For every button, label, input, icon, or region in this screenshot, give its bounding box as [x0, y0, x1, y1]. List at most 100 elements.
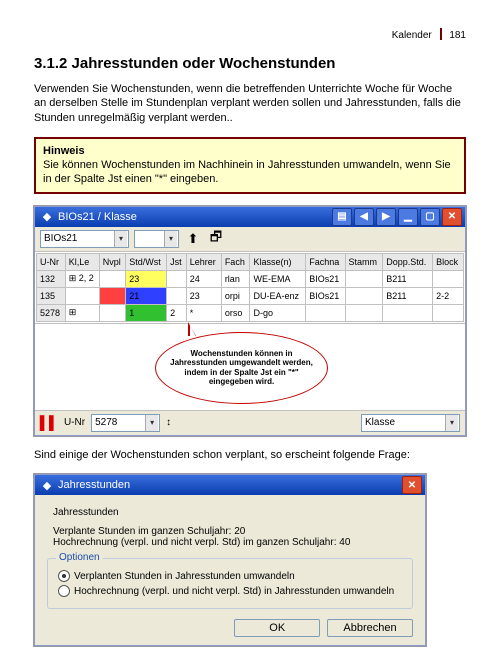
column-header[interactable]: Std/Wst	[126, 253, 167, 270]
table-cell[interactable]: 132	[37, 270, 66, 287]
table-cell[interactable]: BIOs21	[306, 270, 345, 287]
table-cell[interactable]: ⊞ 2, 2	[65, 270, 99, 287]
card-button[interactable]: ▤	[332, 208, 352, 226]
table-cell[interactable]	[99, 287, 126, 304]
hint-text: Sie können Wochenstunden im Nachhinein i…	[43, 159, 451, 185]
table-cell[interactable]: WE-EMA	[250, 270, 306, 287]
table-cell[interactable]: 24	[186, 270, 221, 287]
table-cell[interactable]: B211	[383, 270, 433, 287]
table-cell[interactable]	[345, 304, 383, 321]
radio-icon[interactable]	[58, 570, 70, 582]
table-cell[interactable]: 135	[37, 287, 66, 304]
page-header: Kalender 181	[34, 28, 466, 41]
table-cell[interactable]	[167, 270, 187, 287]
nav-left-button[interactable]: ◀	[354, 208, 374, 226]
table-cell[interactable]	[167, 287, 187, 304]
column-header[interactable]: Lehrer	[186, 253, 221, 270]
expand-icon[interactable]: 🗗	[207, 230, 225, 248]
section-title: 3.1.2 Jahresstunden oder Wochenstunden	[34, 55, 466, 72]
filter-combo[interactable]	[134, 230, 179, 248]
table-cell[interactable]	[306, 304, 345, 321]
dialog-title: Jahresstunden	[58, 479, 130, 491]
table-cell[interactable]: DU-EA-enz	[250, 287, 306, 304]
toolbar: BIOs21 ⬆ 🗗	[35, 227, 465, 252]
table-cell[interactable]: 2	[167, 304, 187, 321]
record-indicator-icon: ▌▌	[40, 414, 58, 432]
options-group: Optionen Verplanten Stunden in Jahresstu…	[47, 558, 413, 609]
table-cell[interactable]: 21	[126, 287, 167, 304]
table-cell[interactable]: 23	[126, 270, 167, 287]
option-2-label: Hochrechnung (verpl. und nicht verpl. St…	[74, 586, 394, 597]
column-header[interactable]: Fach	[221, 253, 250, 270]
nav-right-button[interactable]: ▶	[376, 208, 396, 226]
column-header[interactable]: Dopp.Std.	[383, 253, 433, 270]
intro-paragraph: Verwenden Sie Wochenstunden, wenn die be…	[34, 82, 466, 125]
table-cell[interactable]: 1	[126, 304, 167, 321]
status-bar: ▌▌ U-Nr 5278 ↕ Klasse	[35, 410, 465, 435]
dialog-line1: Verplante Stunden im ganzen Schuljahr: 2…	[53, 526, 413, 537]
table-cell[interactable]: orpi	[221, 287, 250, 304]
header-section: Kalender	[392, 30, 432, 41]
hint-box: Hinweis Sie können Wochenstunden im Nach…	[34, 137, 466, 194]
dialog-close-button[interactable]: ✕	[402, 476, 422, 494]
ok-button[interactable]: OK	[234, 619, 320, 637]
table-cell[interactable]	[433, 304, 464, 321]
column-header[interactable]: Kl,Le	[65, 253, 99, 270]
dialog-icon: ◆	[40, 478, 54, 492]
hint-label: Hinweis	[43, 145, 85, 157]
table-row[interactable]: 5278⊞ 12*orsoD-go	[37, 304, 464, 321]
table-cell[interactable]	[433, 270, 464, 287]
table-cell[interactable]: 2-2	[433, 287, 464, 304]
option-1-row[interactable]: Verplanten Stunden in Jahresstunden umwa…	[58, 570, 402, 582]
table-cell[interactable]	[345, 270, 383, 287]
arrow-up-icon[interactable]: ⬆	[184, 230, 202, 248]
callout-bubble: Wochenstunden können in Jahresstunden um…	[155, 332, 328, 404]
options-legend: Optionen	[56, 552, 103, 563]
table-row[interactable]: 135 21 23orpiDU-EA-enzBIOs21 B2112-2	[37, 287, 464, 304]
dialog-line2: Hochrechnung (verpl. und nicht verpl. St…	[53, 537, 413, 548]
maximize-button[interactable]: ▢	[420, 208, 440, 226]
radio-icon[interactable]	[58, 585, 70, 597]
close-button[interactable]: ✕	[442, 208, 462, 226]
table-cell[interactable]: ⊞	[65, 304, 99, 321]
table-cell[interactable]	[99, 270, 126, 287]
column-header[interactable]: U-Nr	[37, 253, 66, 270]
table-cell[interactable]	[383, 304, 433, 321]
column-header[interactable]: Nvpl	[99, 253, 126, 270]
table-row[interactable]: 132⊞ 2, 2 23 24rlanWE-EMABIOs21 B211	[37, 270, 464, 287]
app-icon: ◆	[40, 210, 54, 224]
table-cell[interactable]	[99, 304, 126, 321]
cancel-button[interactable]: Abbrechen	[327, 619, 413, 637]
klasse-window: ◆ BIOs21 / Klasse ▤ ◀ ▶ ▁ ▢ ✕ BIOs21 ⬆ 🗗…	[34, 206, 466, 436]
minimize-button[interactable]: ▁	[398, 208, 418, 226]
table-cell[interactable]: 5278	[37, 304, 66, 321]
unr-field[interactable]: 5278	[91, 414, 160, 432]
table-cell[interactable]: 23	[186, 287, 221, 304]
table-cell[interactable]: B211	[383, 287, 433, 304]
jahresstunden-dialog: ◆ Jahresstunden ✕ Jahresstunden Verplant…	[34, 474, 426, 646]
canvas-area: Wochenstunden können in Jahresstunden um…	[35, 323, 465, 410]
table-cell[interactable]: BIOs21	[306, 287, 345, 304]
column-header[interactable]: Jst	[167, 253, 187, 270]
window-title: BIOs21 / Klasse	[58, 211, 137, 223]
column-header[interactable]: Stamm	[345, 253, 383, 270]
option-2-row[interactable]: Hochrechnung (verpl. und nicht verpl. St…	[58, 585, 402, 597]
nav-updown-icon[interactable]: ↕	[166, 417, 171, 428]
column-header[interactable]: Block	[433, 253, 464, 270]
table-cell[interactable]: orso	[221, 304, 250, 321]
column-header[interactable]: Klasse(n)	[250, 253, 306, 270]
header-separator	[440, 28, 442, 40]
table-cell[interactable]	[65, 287, 99, 304]
table-cell[interactable]	[345, 287, 383, 304]
titlebar[interactable]: ◆ BIOs21 / Klasse ▤ ◀ ▶ ▁ ▢ ✕	[35, 207, 465, 227]
lessons-table[interactable]: U-NrKl,LeNvplStd/WstJstLehrerFachKlasse(…	[36, 253, 464, 322]
dialog-titlebar[interactable]: ◆ Jahresstunden ✕	[35, 475, 425, 495]
header-page-number: 181	[449, 30, 466, 41]
table-cell[interactable]: *	[186, 304, 221, 321]
class-combo[interactable]: BIOs21	[40, 230, 129, 248]
unr-label: U-Nr	[64, 417, 85, 428]
column-header[interactable]: Fachna	[306, 253, 345, 270]
table-cell[interactable]: rlan	[221, 270, 250, 287]
klasse-combo[interactable]: Klasse	[361, 414, 460, 432]
table-cell[interactable]: D-go	[250, 304, 306, 321]
